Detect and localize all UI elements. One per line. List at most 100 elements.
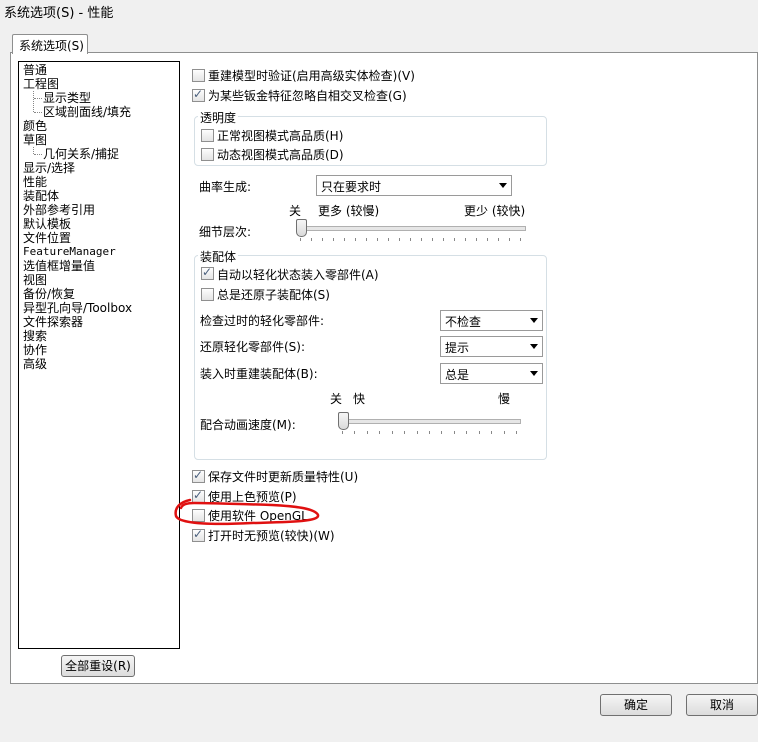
save-mass-label: 保存文件时更新质量特性(U) — [208, 470, 359, 484]
tree-item-assemblies[interactable]: 装配体 — [23, 189, 59, 203]
software-opengl-checkbox[interactable] — [192, 509, 205, 522]
slider-tick — [344, 238, 345, 241]
detail-slider-thumb[interactable] — [296, 219, 307, 237]
save-mass-checkbox[interactable] — [192, 468, 205, 483]
tree-connector — [34, 98, 42, 99]
slider-tick — [377, 238, 378, 241]
tree-item-file-locations[interactable]: 文件位置 — [23, 231, 71, 245]
anim-speed-label: 配合动画速度(M): — [200, 418, 296, 432]
chevron-down-icon — [499, 183, 507, 188]
tree-item-collaboration[interactable]: 协作 — [23, 343, 47, 357]
detail-slider-track[interactable] — [296, 226, 526, 231]
shaded-preview-label: 使用上色预览(P) — [208, 490, 297, 504]
slider-tick — [366, 238, 367, 241]
slider-tick — [311, 238, 312, 241]
normal-view-hq-checkbox[interactable] — [201, 129, 214, 142]
reset-all-button[interactable]: 全部重设(R) — [61, 655, 135, 677]
curvature-select[interactable]: 只在要求时 — [316, 175, 512, 196]
tree-connector — [33, 91, 34, 112]
curvature-value: 只在要求时 — [321, 180, 382, 194]
detail-right-label: 更少 (较快) — [464, 204, 526, 218]
normal-view-hq-label: 正常视图模式高品质(H) — [217, 129, 344, 143]
tree-item-file-explorer[interactable]: 文件探索器 — [23, 315, 83, 329]
dynamic-view-hq-label: 动态视图模式高品质(D) — [217, 148, 344, 162]
rebuild-on-load-select[interactable]: 总是 — [440, 363, 543, 384]
tree-item-performance[interactable]: 性能 — [23, 175, 47, 189]
slider-tick — [465, 238, 466, 241]
tree-item-featuremanager[interactable]: FeatureManager — [23, 245, 116, 259]
slider-tick — [421, 238, 422, 241]
shaded-preview-checkbox[interactable] — [192, 488, 205, 503]
cancel-button[interactable]: 取消 — [686, 694, 758, 716]
always-resolve-label: 总是还原子装配体(S) — [217, 288, 330, 302]
tree-item-general[interactable]: 普通 — [23, 63, 47, 77]
slider-tick — [399, 238, 400, 241]
window-title: 系统选项(S) - 性能 — [4, 6, 114, 21]
tab-label: 系统选项(S) — [19, 39, 84, 53]
rebuild-verify-checkbox[interactable] — [192, 69, 205, 82]
slider-tick — [322, 238, 323, 241]
tree-item-display-selection[interactable]: 显示/选择 — [23, 161, 75, 175]
rebuild-verify-label: 重建模型时验证(启用高级实体检查)(V) — [208, 69, 415, 83]
tab-system-options[interactable]: 系统选项(S) — [12, 34, 88, 54]
slider-tick — [300, 238, 301, 241]
slider-tick — [476, 238, 477, 241]
slider-tick — [503, 431, 505, 434]
slider-tick — [520, 238, 521, 241]
category-tree[interactable]: 普通 工程图 显示类型 区域剖面线/填充 颜色 草图 几何关系/捕捉 显示/选择… — [18, 61, 180, 649]
transparency-group-title: 透明度 — [198, 109, 239, 126]
resolve-lightweight-select[interactable]: 提示 — [440, 336, 543, 357]
tree-item-external-refs[interactable]: 外部参考引用 — [23, 203, 95, 217]
slider-tick — [416, 431, 418, 434]
tree-connector — [34, 154, 42, 155]
slider-tick — [478, 431, 480, 434]
tree-connector — [33, 147, 34, 154]
check-outdated-value: 不检查 — [445, 315, 482, 329]
slider-tick — [509, 238, 510, 241]
tree-item-advanced[interactable]: 高级 — [23, 357, 47, 371]
slider-tick — [333, 238, 334, 241]
tree-item-display-style[interactable]: 显示类型 — [43, 91, 91, 105]
tree-item-hole-wizard[interactable]: 异型孔向导/Toolbox — [23, 301, 132, 315]
auto-lightweight-checkbox[interactable] — [201, 265, 214, 280]
dynamic-view-hq-checkbox[interactable] — [201, 148, 214, 161]
software-opengl-label: 使用软件 OpenGL — [208, 509, 308, 523]
tree-item-view[interactable]: 视图 — [23, 273, 47, 287]
always-resolve-checkbox[interactable] — [201, 288, 214, 301]
detail-slider-label: 细节层次: — [199, 225, 252, 239]
slider-tick — [516, 431, 517, 434]
slider-tick — [487, 238, 488, 241]
anim-speed-slider-thumb[interactable] — [338, 412, 349, 430]
anim-speed-slider-track[interactable] — [338, 419, 521, 424]
tree-item-drawings[interactable]: 工程图 — [23, 77, 59, 91]
tree-item-spin-increments[interactable]: 选值框增量值 — [23, 259, 95, 273]
slider-tick — [354, 431, 356, 434]
tree-item-search[interactable]: 搜索 — [23, 329, 47, 343]
slider-tick — [404, 431, 406, 434]
assembly-group-title: 装配体 — [198, 248, 239, 265]
tree-item-relations-snaps[interactable]: 几何关系/捕捉 — [43, 147, 119, 161]
tree-item-backup-recover[interactable]: 备份/恢复 — [23, 287, 75, 301]
slider-tick — [429, 431, 430, 434]
slider-tick — [443, 238, 444, 241]
tree-item-default-templates[interactable]: 默认模板 — [23, 217, 71, 231]
slider-tick — [410, 238, 411, 241]
anim-speed-left-label: 关 — [330, 392, 343, 406]
detail-mid-label: 更多 (较慢) — [318, 204, 380, 218]
tree-item-colors[interactable]: 颜色 — [23, 119, 47, 133]
slider-tick — [453, 431, 455, 434]
tree-item-sketch[interactable]: 草图 — [23, 133, 47, 147]
check-outdated-label: 检查过时的轻化零部件: — [200, 314, 325, 328]
no-preview-checkbox[interactable] — [192, 527, 205, 542]
tree-item-area-hatch[interactable]: 区域剖面线/填充 — [43, 105, 131, 119]
ignore-self-intersect-checkbox[interactable] — [192, 87, 205, 102]
slider-tick — [491, 431, 493, 434]
slider-tick — [466, 431, 468, 434]
check-outdated-select[interactable]: 不检查 — [440, 310, 543, 331]
ok-button[interactable]: 确定 — [600, 694, 672, 716]
slider-tick — [366, 431, 368, 434]
curvature-label: 曲率生成: — [199, 180, 252, 194]
title-bar: 系统选项(S) - 性能 — [0, 0, 758, 22]
chevron-down-icon — [530, 371, 538, 376]
rebuild-on-load-value: 总是 — [445, 368, 470, 382]
